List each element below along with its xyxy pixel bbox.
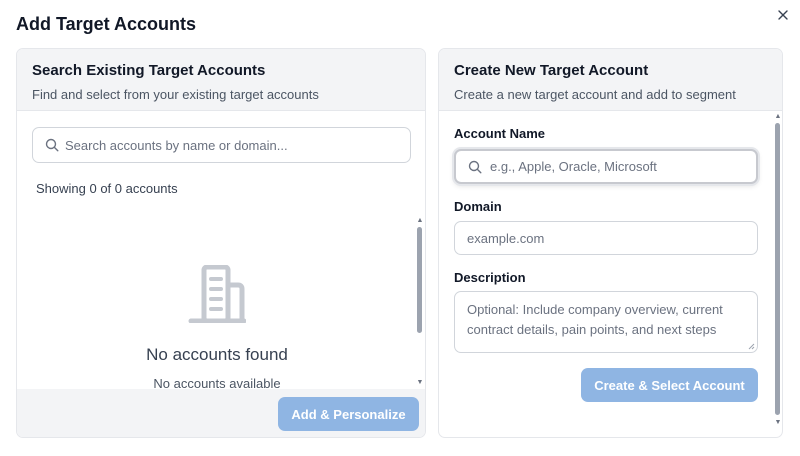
scroll-up-arrow[interactable]: ▲ [774, 113, 782, 121]
description-textarea[interactable] [467, 298, 757, 350]
close-icon [778, 10, 788, 20]
results-count: Showing 0 of 0 accounts [36, 181, 178, 196]
search-panel-title: Search Existing Target Accounts [32, 62, 266, 79]
results-scrollbar[interactable]: ▲ ▼ [416, 217, 424, 387]
add-personalize-button[interactable]: Add & Personalize [278, 397, 419, 431]
scroll-down-arrow[interactable]: ▼ [416, 379, 424, 387]
form-scrollbar[interactable]: ▲ ▼ [774, 113, 782, 429]
building-icon [188, 265, 246, 323]
create-panel-header: Create New Target Account Create a new t… [439, 49, 782, 111]
domain-input[interactable] [467, 230, 757, 246]
search-panel-header: Search Existing Target Accounts Find and… [17, 49, 425, 111]
domain-label: Domain [454, 199, 502, 214]
empty-state [17, 265, 417, 328]
create-panel-subtitle: Create a new target account and add to s… [454, 87, 736, 102]
search-existing-panel: Search Existing Target Accounts Find and… [16, 48, 426, 438]
scroll-thumb[interactable] [775, 123, 780, 415]
scroll-down-arrow[interactable]: ▼ [774, 419, 782, 427]
description-label: Description [454, 270, 526, 285]
scroll-up-arrow[interactable]: ▲ [416, 217, 424, 225]
description-field[interactable] [454, 291, 758, 353]
account-search-input[interactable] [65, 137, 395, 153]
account-search-box[interactable] [32, 127, 411, 163]
search-icon [468, 160, 482, 173]
modal-title: Add Target Accounts [16, 14, 197, 34]
create-account-panel: Create New Target Account Create a new t… [438, 48, 783, 438]
empty-state-title: No accounts found [146, 345, 288, 364]
close-button[interactable] [774, 6, 792, 24]
create-panel-title: Create New Target Account [454, 62, 649, 79]
account-name-label: Account Name [454, 126, 546, 141]
search-icon [45, 138, 59, 152]
search-panel-footer: Add & Personalize [17, 389, 425, 437]
domain-field[interactable] [454, 221, 758, 255]
search-panel-subtitle: Find and select from your existing targe… [32, 87, 319, 102]
resize-grip-icon[interactable] [748, 343, 755, 350]
create-select-account-button[interactable]: Create & Select Account [581, 368, 758, 402]
account-name-input[interactable] [490, 159, 756, 174]
scroll-thumb[interactable] [417, 227, 422, 333]
account-name-field[interactable] [454, 149, 758, 184]
